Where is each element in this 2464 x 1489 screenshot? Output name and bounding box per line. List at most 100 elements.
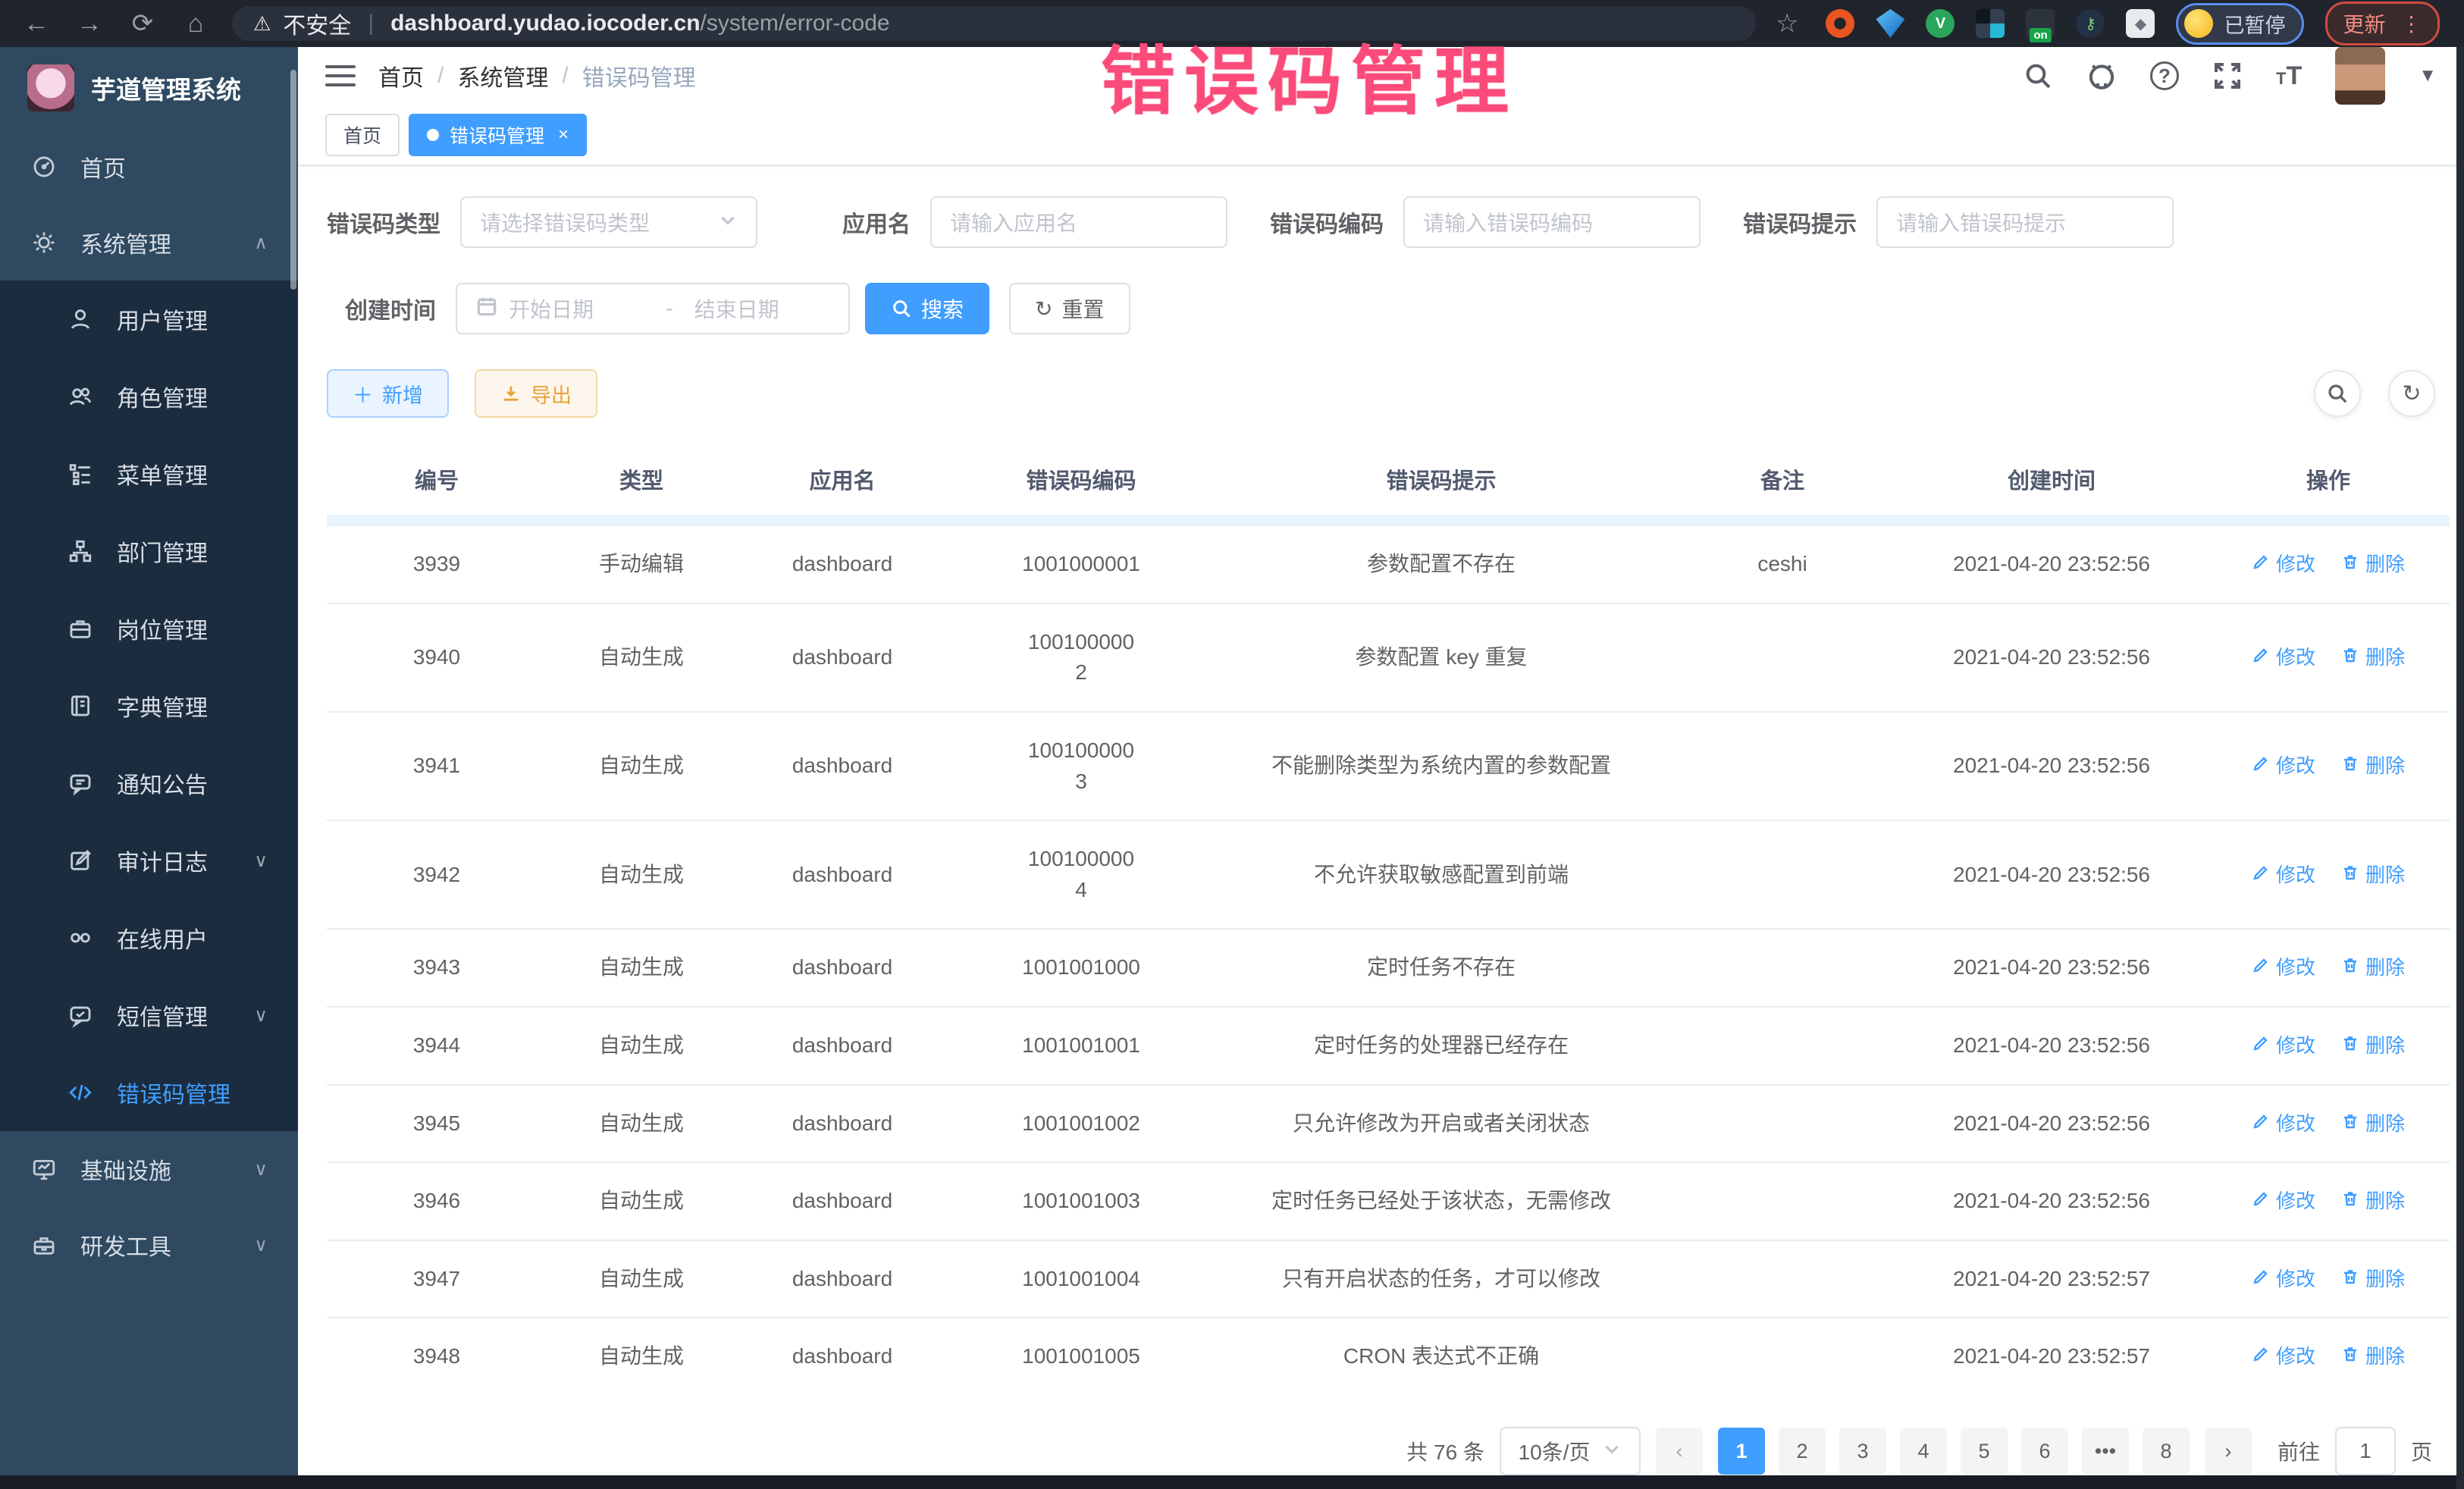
page-scrollbar[interactable] (2456, 47, 2464, 1489)
prev-page-button[interactable]: ‹ (1656, 1428, 1703, 1475)
address-bar[interactable]: ⚠ 不安全 | dashboard.yudao.iocoder.cn/syste… (232, 6, 1756, 41)
reset-button[interactable]: ↻ 重置 (1009, 283, 1130, 334)
edit-button[interactable]: 修改 (2252, 1265, 2315, 1294)
book-icon (67, 693, 94, 719)
sidebar-item-用户管理[interactable]: 用户管理 (0, 281, 298, 358)
back-button[interactable]: ← (20, 11, 53, 36)
extension-ubuntu-icon[interactable] (1826, 9, 1854, 38)
page-size-select[interactable]: 10条/页 (1500, 1427, 1641, 1475)
sidebar-item-岗位管理[interactable]: 岗位管理 (0, 590, 298, 667)
browser-update-button[interactable]: 更新 ⋮ (2325, 2, 2439, 45)
edit-button[interactable]: 修改 (2252, 1032, 2315, 1061)
next-page-button[interactable]: › (2205, 1428, 2252, 1475)
delete-button[interactable]: 删除 (2341, 644, 2405, 672)
delete-button[interactable]: 删除 (2341, 861, 2405, 890)
chevron-down-icon: ∨ (254, 1005, 268, 1027)
row-time: 2021-04-20 23:52:56 (1896, 525, 2207, 603)
sidebar-item-首页[interactable]: 首页 (0, 129, 298, 205)
edit-button[interactable]: 修改 (2252, 550, 2315, 579)
browser-menu-kebab-icon[interactable]: ⋮ (2401, 11, 2422, 36)
error-code-table: 编号类型应用名错误码编码错误码提示备注创建时间操作 3939手动编辑dashbo… (327, 448, 2450, 1395)
sidebar-item-系统管理[interactable]: 系统管理∧ (0, 205, 298, 281)
extension-grid-icon[interactable] (1976, 9, 2005, 38)
page-button-8[interactable]: 8 (2143, 1428, 2190, 1475)
add-button[interactable]: ＋ 新增 (327, 369, 449, 418)
fullscreen-icon[interactable] (2212, 61, 2243, 91)
show-search-toggle-button[interactable] (2314, 370, 2361, 417)
sidebar-item-研发工具[interactable]: 研发工具∨ (0, 1207, 298, 1283)
delete-button[interactable]: 删除 (2341, 550, 2405, 579)
error-hint-input[interactable]: 请输入错误码提示 (1876, 196, 2174, 248)
edit-button[interactable]: 修改 (2252, 954, 2315, 983)
edit-button[interactable]: 修改 (2252, 644, 2315, 672)
hamburger-icon[interactable] (325, 59, 356, 92)
font-size-icon[interactable]: TT (2276, 61, 2302, 91)
export-button[interactable]: 导出 (475, 369, 597, 418)
github-icon[interactable] (2086, 61, 2117, 91)
edit-button[interactable]: 修改 (2252, 1110, 2315, 1139)
row-message: 参数配置不存在 (1214, 525, 1669, 603)
delete-button[interactable]: 删除 (2341, 1265, 2405, 1294)
breadcrumb-item[interactable]: 首页 (378, 59, 424, 92)
row-app: dashboard (736, 1085, 948, 1163)
search-button[interactable]: 搜索 (865, 283, 989, 334)
tab-首页[interactable]: 首页 (325, 114, 400, 156)
sidebar-item-短信管理[interactable]: 短信管理∨ (0, 976, 298, 1054)
sidebar-item-基础设施[interactable]: 基础设施∨ (0, 1131, 298, 1207)
row-app: dashboard (736, 929, 948, 1007)
date-range-input[interactable]: 开始日期 - 结束日期 (456, 283, 850, 334)
row-time: 2021-04-20 23:52:56 (1896, 1085, 2207, 1163)
avatar-dropdown-caret-icon[interactable]: ▼ (2419, 65, 2437, 86)
user-avatar[interactable] (2335, 47, 2385, 105)
page-button-3[interactable]: 3 (1839, 1428, 1886, 1475)
close-tab-icon[interactable]: × (558, 124, 569, 146)
app-logo[interactable]: 芋道管理系统 (0, 47, 298, 129)
reload-button[interactable]: ⟳ (126, 11, 159, 36)
edit-button[interactable]: 修改 (2252, 752, 2315, 781)
goto-page-input[interactable]: 1 (2335, 1427, 2396, 1475)
extension-v-icon[interactable]: V (1926, 9, 1955, 38)
extension-gem-icon[interactable] (1876, 9, 1904, 38)
delete-button[interactable]: 删除 (2341, 1187, 2405, 1216)
extension-switch-icon[interactable]: on (2026, 9, 2055, 38)
sidebar-item-错误码管理[interactable]: 错误码管理 (0, 1054, 298, 1131)
org-icon (67, 538, 94, 564)
sidebar-item-通知公告[interactable]: 通知公告 (0, 744, 298, 822)
sidebar-item-字典管理[interactable]: 字典管理 (0, 667, 298, 744)
bookmark-star-icon[interactable]: ☆ (1776, 8, 1798, 39)
profile-paused-badge[interactable]: 已暂停 (2176, 3, 2304, 45)
sidebar-item-菜单管理[interactable]: 菜单管理 (0, 435, 298, 513)
sidebar-item-审计日志[interactable]: 审计日志∨ (0, 822, 298, 899)
app-name-input[interactable]: 请输入应用名 (930, 196, 1227, 248)
error-type-select[interactable]: 请选择错误码类型 (460, 196, 757, 248)
row-type: 自动生成 (547, 1085, 736, 1163)
tab-错误码管理[interactable]: 错误码管理× (409, 114, 587, 156)
home-button[interactable]: ⌂ (179, 11, 212, 36)
sidebar-item-角色管理[interactable]: 角色管理 (0, 358, 298, 435)
delete-button[interactable]: 删除 (2341, 954, 2405, 983)
sidebar-scrollbar[interactable] (290, 70, 296, 290)
edit-button[interactable]: 修改 (2252, 1343, 2315, 1371)
page-button-4[interactable]: 4 (1900, 1428, 1947, 1475)
delete-button[interactable]: 删除 (2341, 1110, 2405, 1139)
page-button-5[interactable]: 5 (1961, 1428, 2008, 1475)
page-button-6[interactable]: 6 (2021, 1428, 2068, 1475)
page-button-2[interactable]: 2 (1779, 1428, 1826, 1475)
delete-button[interactable]: 删除 (2341, 752, 2405, 781)
edit-button[interactable]: 修改 (2252, 1187, 2315, 1216)
refresh-table-button[interactable]: ↻ (2388, 370, 2435, 417)
breadcrumb-item[interactable]: 系统管理 (457, 59, 548, 92)
more-pages-button[interactable]: ••• (2082, 1428, 2129, 1475)
error-code-input[interactable]: 请输入错误码编码 (1403, 196, 1701, 248)
extensions-puzzle-icon[interactable]: ◆ (2126, 9, 2155, 38)
sidebar-item-在线用户[interactable]: 在线用户 (0, 899, 298, 976)
help-icon[interactable]: ? (2150, 61, 2179, 90)
search-icon[interactable] (2023, 61, 2053, 91)
edit-button[interactable]: 修改 (2252, 861, 2315, 890)
extension-key-icon[interactable]: ⚷ (2076, 9, 2105, 38)
forward-button[interactable]: → (73, 11, 106, 36)
delete-button[interactable]: 删除 (2341, 1032, 2405, 1061)
page-button-1[interactable]: 1 (1718, 1428, 1765, 1475)
sidebar-item-部门管理[interactable]: 部门管理 (0, 513, 298, 590)
delete-button[interactable]: 删除 (2341, 1343, 2405, 1371)
